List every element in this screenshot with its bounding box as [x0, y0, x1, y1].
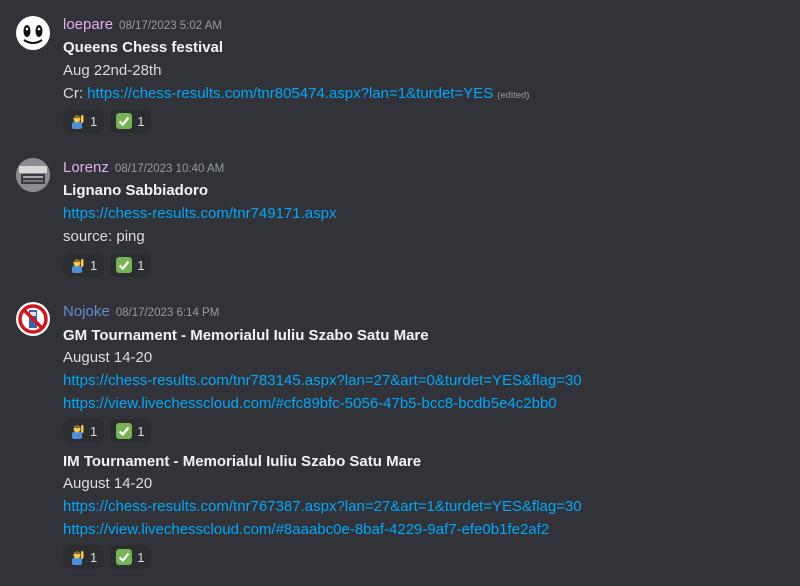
face-avatar-icon	[23, 25, 43, 44]
message-link[interactable]: https://view.livechesscloud.com/#8aaabc0…	[63, 520, 549, 540]
message-title: IM Tournament - Memorialul Iuliu Szabo S…	[63, 453, 422, 470]
person-raising-hand-icon	[69, 257, 85, 273]
message-header: Lorenz 08/17/2023 10:40 AM	[63, 159, 224, 177]
reaction-count: 1	[137, 423, 145, 439]
message-text: August 14-20	[63, 349, 153, 366]
message-link[interactable]: https://chess-results.com/tnr783145.aspx…	[63, 371, 582, 391]
photo-avatar-icon	[16, 158, 50, 192]
message-text: Aug 22nd-28th	[63, 62, 162, 79]
person-raising-hand-icon	[69, 423, 85, 439]
timestamp: 08/17/2023 6:14 PM	[115, 307, 220, 319]
message-title: GM Tournament - Memorialul Iuliu Szabo S…	[63, 327, 429, 344]
edited-marker: (edited)	[497, 90, 530, 101]
message-link[interactable]: https://chess-results.com/tnr749171.aspx	[63, 204, 336, 224]
check-mark-icon	[116, 113, 133, 129]
reaction-count: 1	[90, 113, 98, 129]
avatar-lorenz[interactable]	[16, 158, 50, 192]
reaction-count: 1	[90, 549, 98, 565]
reaction-person[interactable]: 1	[63, 419, 105, 443]
check-mark-icon	[116, 423, 133, 439]
no-sign-avatar-icon	[18, 304, 48, 334]
message-title: Lignano Sabbiadoro	[63, 182, 208, 199]
message-text: source: ping	[63, 228, 145, 245]
message-link[interactable]: https://view.livechesscloud.com/#cfc89bf…	[63, 394, 557, 414]
reaction-count: 1	[137, 113, 145, 129]
message-text: Cr: https://chess-results.com/tnr805474.…	[63, 84, 529, 106]
reaction-check[interactable]: 1	[110, 253, 152, 277]
reactions-bar: 1 1	[63, 253, 152, 277]
reaction-check[interactable]: 1	[110, 419, 152, 443]
message-text: August 14-20	[63, 475, 153, 492]
message-link[interactable]: https://chess-results.com/tnr767387.aspx…	[63, 497, 582, 517]
reaction-person[interactable]: 1	[63, 253, 105, 277]
reaction-check[interactable]: 1	[110, 545, 152, 569]
username[interactable]: Nojoke	[63, 303, 110, 320]
reactions-bar: 1 1	[63, 419, 152, 443]
message-link[interactable]: https://chess-results.com/tnr805474.aspx…	[87, 85, 493, 102]
message-header: Nojoke 08/17/2023 6:14 PM	[63, 303, 219, 321]
reaction-person[interactable]: 1	[63, 545, 105, 569]
person-raising-hand-icon	[69, 549, 85, 565]
reactions-bar: 1 1	[63, 109, 152, 133]
message-header: loepare 08/17/2023 5:02 AM	[63, 16, 222, 34]
reaction-count: 1	[90, 423, 98, 439]
reaction-count: 1	[90, 257, 98, 273]
timestamp: 08/17/2023 10:40 AM	[114, 163, 225, 175]
reaction-count: 1	[137, 549, 145, 565]
message-title: Queens Chess festival	[63, 39, 224, 56]
username[interactable]: Lorenz	[63, 159, 109, 176]
timestamp: 08/17/2023 5:02 AM	[119, 20, 222, 32]
avatar-nojoke[interactable]	[16, 302, 50, 336]
credit-prefix: Cr:	[63, 85, 88, 102]
reactions-bar: 1 1	[63, 545, 152, 569]
reaction-count: 1	[137, 257, 145, 273]
reaction-check[interactable]: 1	[110, 109, 152, 133]
reaction-person[interactable]: 1	[63, 109, 105, 133]
check-mark-icon	[116, 257, 133, 273]
person-raising-hand-icon	[69, 113, 85, 129]
username[interactable]: loepare	[63, 16, 113, 33]
check-mark-icon	[116, 549, 133, 565]
avatar-loepare[interactable]	[16, 16, 50, 50]
